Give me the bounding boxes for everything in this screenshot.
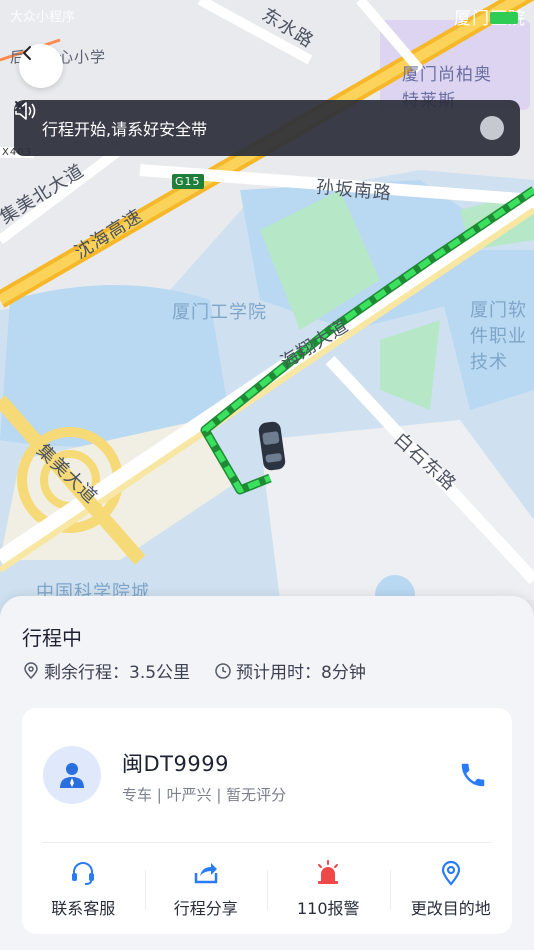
action-label: 110报警 xyxy=(296,899,360,918)
map-view[interactable]: 后溪中心小学 东水路 厦门尚柏奥特莱斯 厦门医院 集美北大道 G15 X403 … xyxy=(0,0,534,640)
close-icon xyxy=(15,101,25,111)
location-pin-icon xyxy=(24,661,38,679)
change-destination-button[interactable]: 更改目的地 xyxy=(389,844,513,934)
status-carrier: 大众小程序 xyxy=(10,10,76,25)
chevron-left-icon xyxy=(22,46,31,60)
eta: 预计用时： 8分钟 xyxy=(214,658,366,683)
driver-card: 闽DT9999 专车 | 叶严兴 | 暂无评分 联系客服 行程分享 110报警 … xyxy=(22,708,512,934)
map-label-g15: G15 xyxy=(172,174,204,189)
notice-text: 行程开始,请系好安全带 xyxy=(42,120,208,139)
notice-banner: 行程开始,请系好安全带 xyxy=(14,100,520,156)
trip-meta: 剩余行程： 3.5公里 预计用时： 8分钟 xyxy=(22,658,390,683)
remaining-value: 3.5公里 xyxy=(129,663,191,683)
user-icon xyxy=(60,763,84,788)
location-pin-icon xyxy=(441,860,460,886)
remaining-distance: 剩余行程： 3.5公里 xyxy=(22,658,190,683)
emergency-110-button[interactable]: 110报警 xyxy=(267,844,390,934)
avatar xyxy=(43,746,101,804)
trip-status-title: 行程中 xyxy=(22,626,82,650)
clock-icon xyxy=(215,662,231,679)
status-bar: 大众小程序 xyxy=(0,4,534,28)
divider xyxy=(42,842,492,843)
call-driver-button[interactable] xyxy=(458,760,488,790)
battery-icon xyxy=(490,12,518,24)
share-trip-button[interactable]: 行程分享 xyxy=(144,844,268,934)
headset-icon xyxy=(72,862,95,885)
eta-value: 8分钟 xyxy=(321,663,366,683)
action-bar: 联系客服 行程分享 110报警 更改目的地 xyxy=(22,844,512,934)
contact-support-button[interactable]: 联系客服 xyxy=(22,844,145,934)
action-label: 更改目的地 xyxy=(410,899,491,918)
map-label-xmut: 厦门工学院 xyxy=(172,302,267,323)
eta-label: 预计用时： xyxy=(236,663,322,683)
action-label: 行程分享 xyxy=(173,899,238,918)
phone-icon xyxy=(461,763,485,787)
remaining-label: 剩余行程： xyxy=(44,663,129,683)
trip-sheet: 行程中 剩余行程： 3.5公里 预计用时： 8分钟 闽DT9999 专车 | 叶… xyxy=(0,596,534,950)
driver-info: 专车 | 叶严兴 | 暂无评分 xyxy=(122,786,287,804)
notice-close-button[interactable] xyxy=(15,101,504,140)
license-plate: 闽DT9999 xyxy=(122,752,229,776)
map-label-software-school: 厦门软件职业技术 xyxy=(470,300,527,373)
alarm-icon xyxy=(318,860,339,884)
share-icon xyxy=(194,863,217,884)
action-label: 联系客服 xyxy=(51,899,116,918)
back-button[interactable] xyxy=(19,44,63,88)
